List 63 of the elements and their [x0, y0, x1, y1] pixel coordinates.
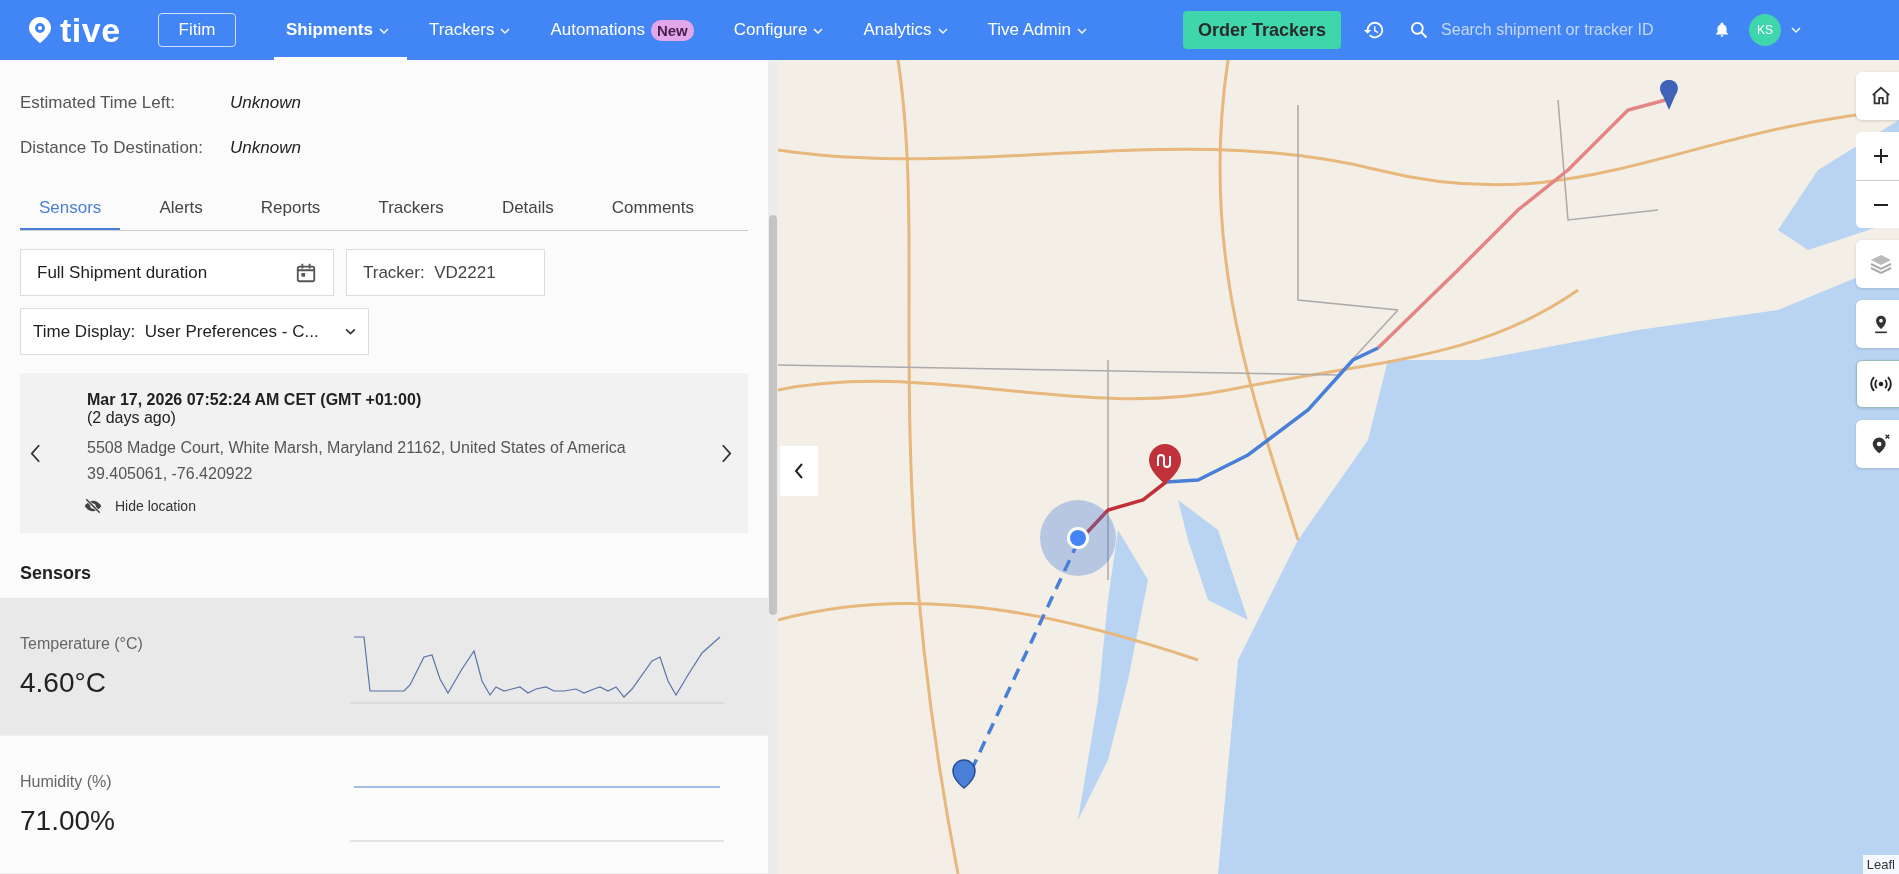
tracker-select[interactable]: Tracker: VD2221: [346, 249, 545, 296]
chevron-down-icon: [1076, 28, 1087, 34]
field-value: Unknown: [230, 92, 301, 113]
sensor-row[interactable]: Humidity (%) 71.00%: [0, 736, 768, 874]
section-heading: Sensors: [20, 563, 93, 584]
location-pin-icon: [28, 16, 52, 44]
sensor-name: Temperature (°C): [20, 634, 143, 653]
eye-slash-icon: [83, 497, 103, 515]
history-icon[interactable]: [1363, 19, 1386, 41]
tab[interactable]: Details: [482, 198, 573, 230]
logo[interactable]: tive: [60, 10, 121, 50]
nav-menu-item[interactable]: Tive Admin: [975, 0, 1105, 60]
chevron-down-icon[interactable]: [1791, 27, 1802, 33]
nav-menu-item[interactable]: Trackers: [416, 0, 529, 60]
scrollbar-thumb[interactable]: [769, 215, 777, 615]
nav-menu-item[interactable]: Analytics: [851, 0, 966, 60]
address: 5508 Madge Court, White Marsh, Maryland 21162, United States of America: [87, 438, 627, 458]
relative-time: (2 days ago): [87, 409, 177, 427]
layers-icon: [1868, 252, 1893, 276]
sensor-name: Humidity (%): [20, 772, 113, 791]
origin-marker[interactable]: [1660, 80, 1678, 110]
chevron-down-icon: [345, 328, 356, 335]
chevron-down-icon: [937, 28, 948, 34]
order-trackers-button[interactable]: Order Trackers: [1182, 11, 1342, 49]
home-button[interactable]: [1856, 72, 1899, 120]
tab[interactable]: Alerts: [140, 198, 222, 230]
chevron-down-icon: [813, 28, 824, 34]
tab[interactable]: Sensors: [20, 198, 121, 230]
plus-icon: [1872, 148, 1889, 164]
field-label: Distance To Destination:: [20, 137, 204, 158]
home-icon: [1869, 85, 1892, 107]
chevron-down-icon: [500, 28, 511, 34]
field-label: Estimated Time Left:: [20, 92, 176, 113]
search-field[interactable]: Search shipment or tracker ID: [1439, 20, 1694, 40]
date-range-field[interactable]: Full Shipment duration: [20, 249, 334, 296]
current-location-dot[interactable]: [1067, 527, 1089, 549]
location-pin-button[interactable]: [1856, 300, 1899, 348]
minus-icon: [1872, 202, 1889, 207]
remove-marker-button[interactable]: [1856, 420, 1899, 468]
stop-marker[interactable]: [952, 759, 976, 789]
hide-location-button[interactable]: Hide location: [83, 497, 721, 515]
signal-button[interactable]: [1856, 360, 1899, 408]
search-icon: [1409, 20, 1430, 40]
tab[interactable]: Comments: [592, 198, 714, 230]
sensor-value: 4.60°C: [20, 666, 107, 699]
account-button[interactable]: Fitim: [158, 13, 236, 47]
destination-marker[interactable]: [1149, 444, 1181, 484]
sensor-row[interactable]: Temperature (°C) 4.60°C: [0, 598, 768, 736]
calendar-icon: [295, 261, 317, 284]
new-badge: New: [650, 19, 694, 41]
time-display-dropdown[interactable]: Time Display: User Preferences - C...: [20, 308, 369, 355]
collapse-panel-button[interactable]: [780, 446, 818, 496]
tab[interactable]: Reports: [241, 198, 340, 230]
timestamp: Mar 17, 2026 07:52:24 AM CET (GMT +01:00): [87, 391, 423, 409]
coordinates: 39.405061, -76.420922: [87, 464, 254, 484]
sensor-value: 71.00%: [20, 804, 115, 837]
chevron-left-icon: [794, 463, 804, 479]
map-attribution[interactable]: Leafl: [1862, 855, 1899, 874]
nav-menu-item[interactable]: Automations New: [538, 0, 712, 60]
chevron-down-icon: [378, 28, 389, 34]
nav-menu-item[interactable]: Configure: [721, 0, 842, 60]
field-value: Unknown: [230, 137, 301, 158]
tab[interactable]: Trackers: [359, 198, 463, 230]
